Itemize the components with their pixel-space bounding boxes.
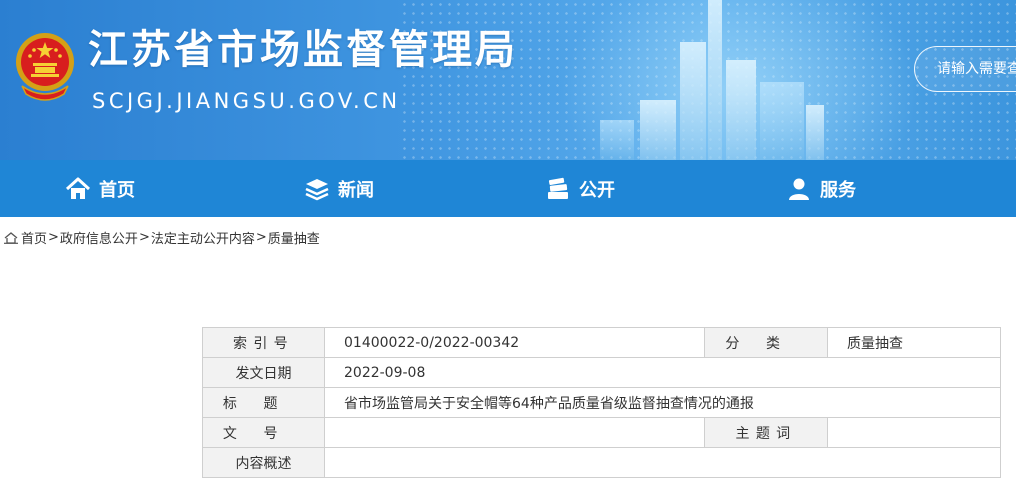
breadcrumb-home[interactable]: 首页 xyxy=(21,228,47,247)
table-row: 发文日期 2022-09-08 xyxy=(202,357,1001,388)
home-small-icon xyxy=(4,231,18,244)
breadcrumb-separator: > xyxy=(48,230,59,245)
header-building xyxy=(680,42,706,160)
keywords-value xyxy=(827,417,1001,448)
category-value: 质量抽查 xyxy=(827,327,1001,358)
index-value: 01400022-0/2022-00342 xyxy=(324,327,705,358)
table-row: 文号 主题词 xyxy=(202,417,1001,448)
header-building xyxy=(640,100,676,160)
table-row: 内容概述 xyxy=(202,447,1001,478)
index-label: 索引号 xyxy=(202,327,325,358)
main-nav: 首页 新闻 公开 服务 xyxy=(0,160,1016,217)
date-value: 2022-09-08 xyxy=(324,357,1001,388)
header-building xyxy=(760,82,804,160)
nav-label-news: 新闻 xyxy=(338,179,374,201)
date-label: 发文日期 xyxy=(202,357,325,388)
site-title: 江苏省市场监督管理局 xyxy=(88,27,518,73)
nav-label-service: 服务 xyxy=(820,179,856,201)
layers-icon xyxy=(305,178,329,200)
summary-label: 内容概述 xyxy=(202,447,325,478)
breadcrumb-gov-info[interactable]: 政府信息公开 xyxy=(60,228,138,247)
nav-item-home[interactable]: 首页 xyxy=(65,160,135,217)
breadcrumb-quality-check[interactable]: 质量抽查 xyxy=(268,228,320,247)
nav-item-news[interactable]: 新闻 xyxy=(304,160,374,217)
nav-label-home: 首页 xyxy=(99,179,135,201)
search-box[interactable] xyxy=(914,46,1016,92)
breadcrumb: 首页 > 政府信息公开 > 法定主动公开内容 > 质量抽查 xyxy=(4,228,320,247)
breadcrumb-separator: > xyxy=(255,230,267,245)
site-domain: SCJGJ.JIANGSU.GOV.CN xyxy=(92,89,401,113)
breadcrumb-statutory[interactable]: 法定主动公开内容 xyxy=(151,228,255,247)
title-value: 省市场监管局关于安全帽等64种产品质量省级监督抽查情况的通报 xyxy=(324,387,1001,418)
user-icon xyxy=(789,178,809,200)
title-label: 标题 xyxy=(202,387,325,418)
header-building xyxy=(708,0,722,160)
nav-label-public: 公开 xyxy=(579,179,615,201)
books-icon xyxy=(548,177,568,199)
search-input[interactable] xyxy=(937,59,1016,79)
header-building xyxy=(806,105,824,160)
breadcrumb-separator: > xyxy=(138,230,150,245)
site-header: 江苏省市场监督管理局 SCJGJ.JIANGSU.GOV.CN xyxy=(0,0,1016,160)
nav-item-service[interactable]: 服务 xyxy=(786,160,856,217)
table-row: 索引号 01400022-0/2022-00342 分类 质量抽查 xyxy=(202,327,1001,358)
national-emblem-icon xyxy=(16,33,74,101)
home-icon xyxy=(65,177,91,199)
header-building xyxy=(726,60,756,160)
document-info-table: 索引号 01400022-0/2022-00342 分类 质量抽查 发文日期 2… xyxy=(202,327,1001,478)
keywords-label: 主题词 xyxy=(704,417,828,448)
category-label: 分类 xyxy=(704,327,828,358)
header-building xyxy=(600,120,634,160)
table-row: 标题 省市场监管局关于安全帽等64种产品质量省级监督抽查情况的通报 xyxy=(202,387,1001,418)
nav-item-public[interactable]: 公开 xyxy=(545,160,615,217)
docno-label: 文号 xyxy=(202,417,325,448)
docno-value xyxy=(324,417,705,448)
summary-value xyxy=(324,447,1001,478)
